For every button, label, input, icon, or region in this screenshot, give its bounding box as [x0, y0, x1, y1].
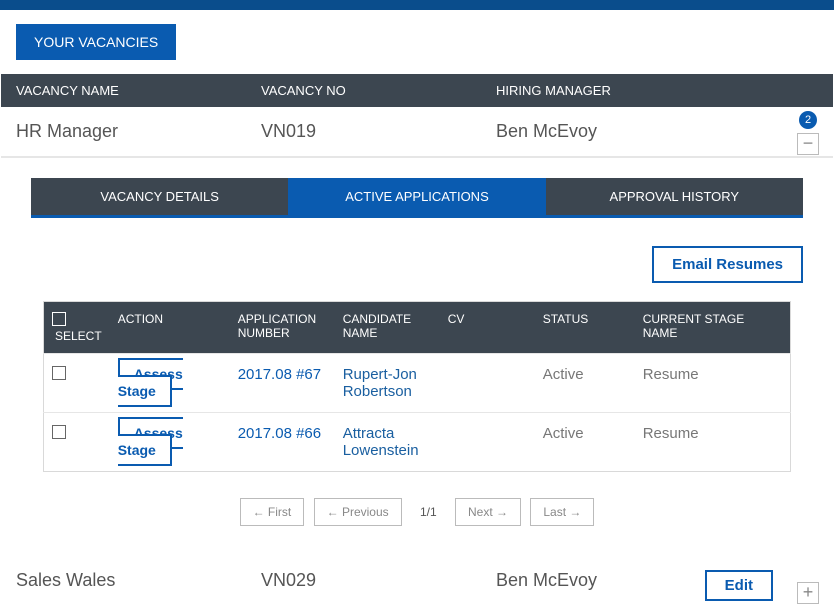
- col-header-select: SELECT: [55, 329, 102, 343]
- stage-cell: Resume: [635, 354, 791, 413]
- tab-vacancy-details[interactable]: VACANCY DETAILS: [31, 178, 288, 215]
- vacancy-row: HR Manager VN019 Ben McEvoy 2 −: [1, 107, 833, 157]
- col-header-no: VACANCY NO: [251, 83, 486, 98]
- col-header-action: ACTION: [110, 302, 230, 354]
- application-number[interactable]: 2017.08 #66: [230, 413, 335, 472]
- col-header-appnum: APPLICATION NUMBER: [230, 302, 335, 354]
- page-prev-button[interactable]: ← Previous: [314, 498, 402, 526]
- applications-table: SELECT ACTION APPLICATION NUMBER CANDIDA…: [43, 301, 791, 472]
- vacancy-panel: VACANCY DETAILS ACTIVE APPLICATIONS APPR…: [1, 157, 833, 556]
- vacancy-no: VN019: [251, 121, 486, 142]
- col-header-mgr: HIRING MANAGER: [486, 83, 756, 98]
- col-header-stage: CURRENT STAGE NAME: [635, 302, 791, 354]
- pagination: ← First ← Previous 1/1 Next → Last →: [13, 472, 821, 526]
- application-count-badge: 2: [799, 111, 817, 129]
- page-info: 1/1: [408, 499, 449, 525]
- status-cell: Active: [535, 413, 635, 472]
- cv-cell: [440, 413, 535, 472]
- expand-toggle[interactable]: +: [797, 582, 819, 604]
- col-header-status: STATUS: [535, 302, 635, 354]
- vacancy-name: HR Manager: [1, 121, 251, 142]
- status-cell: Active: [535, 354, 635, 413]
- col-header-cv: CV: [440, 302, 535, 354]
- col-header-name: VACANCY NAME: [1, 83, 251, 98]
- application-row: Assess Stage 2017.08 #67 Rupert-Jon Robe…: [44, 354, 791, 413]
- candidate-name[interactable]: Rupert-Jon Robertson: [335, 354, 440, 413]
- application-number[interactable]: 2017.08 #67: [230, 354, 335, 413]
- vacancy-no: VN029: [251, 570, 486, 591]
- application-row: Assess Stage 2017.08 #66 Attracta Lowens…: [44, 413, 791, 472]
- assess-stage-button[interactable]: Assess Stage: [118, 417, 183, 466]
- vacancy-name: Sales Wales: [1, 570, 251, 591]
- row-checkbox[interactable]: [52, 425, 66, 439]
- vacancy-mgr: Ben McEvoy: [486, 121, 756, 142]
- col-header-candidate: CANDIDATE NAME: [335, 302, 440, 354]
- tab-bar: VACANCY DETAILS ACTIVE APPLICATIONS APPR…: [31, 178, 803, 218]
- assess-stage-button[interactable]: Assess Stage: [118, 358, 183, 407]
- tab-active-applications[interactable]: ACTIVE APPLICATIONS: [288, 178, 545, 215]
- vacancy-header-row: VACANCY NAME VACANCY NO HIRING MANAGER: [1, 74, 833, 107]
- cv-cell: [440, 354, 535, 413]
- page-last-button[interactable]: Last →: [530, 498, 594, 526]
- top-bar: [0, 0, 834, 10]
- edit-button[interactable]: Edit: [705, 570, 773, 601]
- your-vacancies-label: YOUR VACANCIES: [16, 24, 176, 60]
- page-next-button[interactable]: Next →: [455, 498, 521, 526]
- email-resumes-button[interactable]: Email Resumes: [652, 246, 803, 283]
- row-checkbox[interactable]: [52, 366, 66, 380]
- vacancy-row: Sales Wales VN029 Ben McEvoy Edit +: [1, 556, 833, 605]
- page-first-button[interactable]: ← First: [240, 498, 305, 526]
- tab-approval-history[interactable]: APPROVAL HISTORY: [546, 178, 803, 215]
- collapse-toggle[interactable]: −: [797, 133, 819, 155]
- candidate-name[interactable]: Attracta Lowenstein: [335, 413, 440, 472]
- stage-cell: Resume: [635, 413, 791, 472]
- select-all-checkbox[interactable]: [52, 312, 66, 326]
